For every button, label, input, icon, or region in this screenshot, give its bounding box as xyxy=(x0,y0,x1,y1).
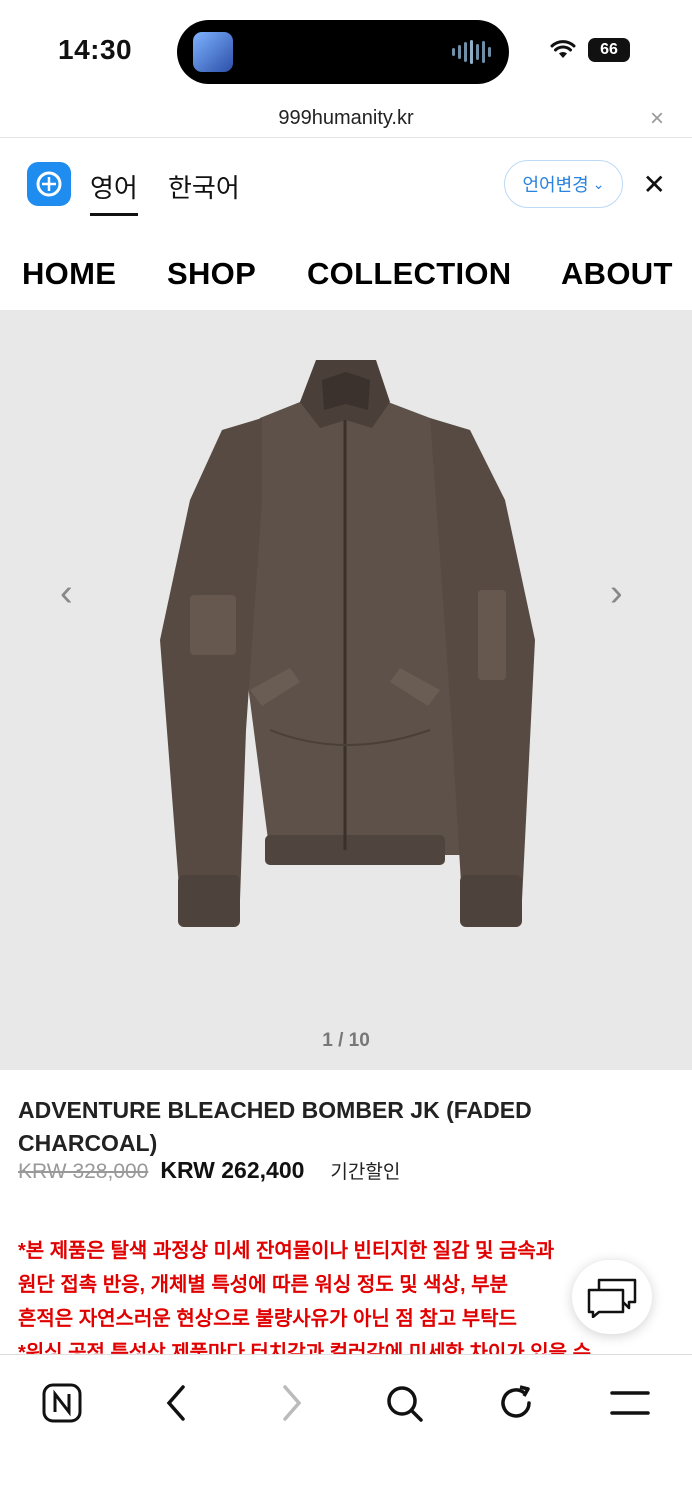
notice-line: *본 제품은 탈색 과정상 미세 잔여물이나 빈티지한 질감 및 금속과 xyxy=(18,1240,555,1262)
tab-korean[interactable]: 한국어 xyxy=(168,168,240,205)
tab-english[interactable]: 영어 xyxy=(90,168,138,216)
chevron-down-icon: ⌄ xyxy=(592,175,605,192)
image-counter: 1 / 10 xyxy=(322,1030,370,1051)
sale-tag: 기간할인 xyxy=(330,1162,401,1183)
product-image[interactable] xyxy=(0,310,692,1010)
search-icon[interactable] xyxy=(380,1379,428,1427)
naver-home-icon[interactable] xyxy=(38,1379,86,1427)
url-close-icon[interactable]: × xyxy=(650,105,664,133)
status-bar: 14:30 66 xyxy=(0,0,692,100)
original-price: KRW 328,000 xyxy=(18,1160,149,1183)
translate-logo-icon xyxy=(27,162,71,206)
chat-bubbles-icon xyxy=(587,1278,637,1318)
forward-icon[interactable] xyxy=(268,1379,316,1427)
nav-home[interactable]: HOME xyxy=(22,256,116,292)
prev-image-arrow-icon[interactable]: ‹ xyxy=(60,572,73,615)
browser-toolbar xyxy=(0,1354,692,1500)
product-title: ADVENTURE BLEACHED BOMBER JK (FADED CHAR… xyxy=(18,1097,532,1156)
battery-icon: 66 xyxy=(588,38,630,62)
notice-line: *워싱 공정 특성상 제품마다 터치감과 컬러감에 미세한 차이가 있을 수 xyxy=(18,1342,591,1354)
sale-price: KRW 262,400 xyxy=(160,1157,305,1183)
close-translate-icon[interactable]: ✕ xyxy=(643,168,666,201)
back-icon[interactable] xyxy=(152,1379,200,1427)
menu-icon[interactable] xyxy=(606,1379,654,1427)
wifi-icon xyxy=(550,40,576,58)
product-price-row: KRW 328,000 KRW 262,400 기간할인 xyxy=(18,1157,400,1184)
product-gallery[interactable]: ‹ › 1 / 10 xyxy=(0,310,692,1070)
change-language-label: 언어변경 xyxy=(522,175,589,195)
status-time: 14:30 xyxy=(58,34,133,65)
nav-shop[interactable]: SHOP xyxy=(167,256,256,292)
dynamic-island[interactable] xyxy=(177,20,509,84)
chat-button[interactable] xyxy=(572,1260,652,1334)
site-nav: HOME SHOP COLLECTION ABOUT xyxy=(4,232,688,308)
next-image-arrow-icon[interactable]: › xyxy=(610,572,623,615)
url-text[interactable]: 999humanity.kr xyxy=(0,107,692,130)
refresh-icon[interactable] xyxy=(492,1379,540,1427)
audio-wave-icon xyxy=(452,40,491,64)
nav-about[interactable]: ABOUT xyxy=(561,256,673,292)
now-playing-app-icon xyxy=(193,32,233,72)
url-bar[interactable]: 999humanity.kr × xyxy=(0,100,692,138)
translate-bar: 영어 한국어 언어변경 ⌄ ✕ xyxy=(0,138,692,228)
change-language-button[interactable]: 언어변경 ⌄ xyxy=(504,160,623,208)
nav-collection[interactable]: COLLECTION xyxy=(307,256,512,292)
